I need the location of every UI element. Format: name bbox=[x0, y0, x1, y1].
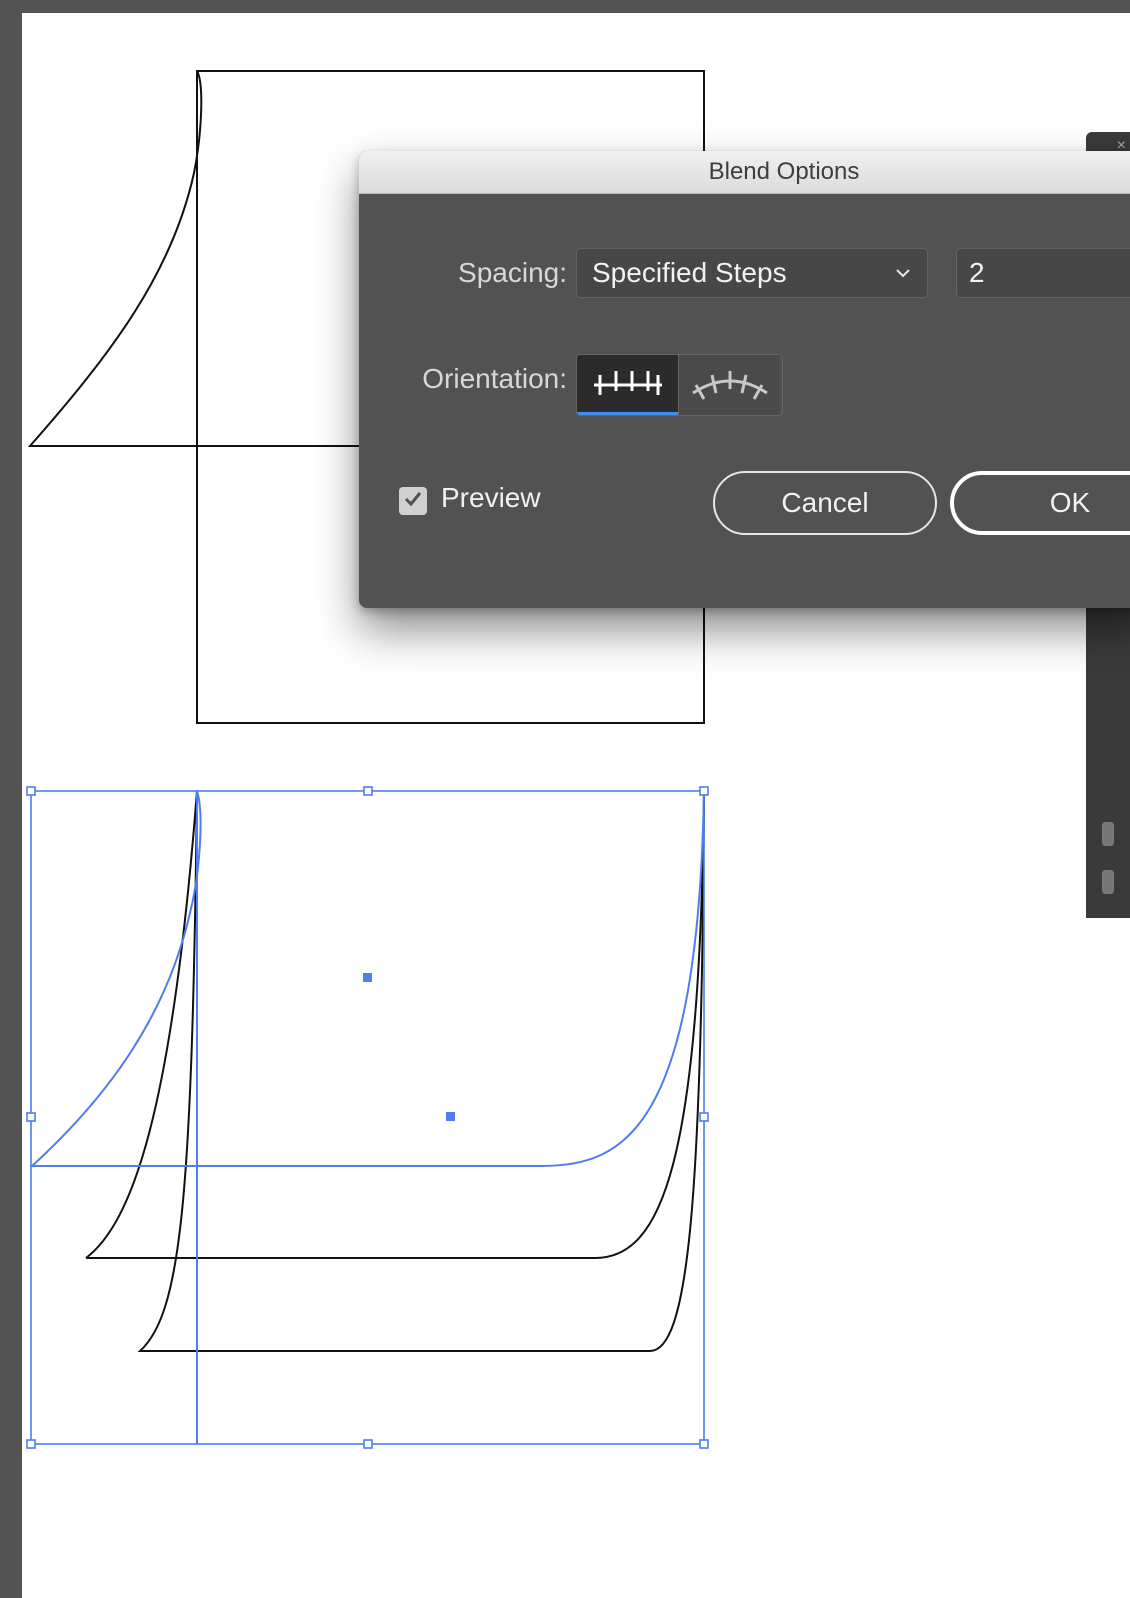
center-points bbox=[363, 973, 455, 1121]
blend-shape-3 bbox=[140, 790, 705, 1352]
center-point-back bbox=[446, 1112, 455, 1121]
handle-top-middle bbox=[363, 786, 373, 796]
orientation-toggle-group bbox=[576, 354, 783, 416]
steps-value: 2 bbox=[969, 257, 985, 288]
handle-bottom-left bbox=[26, 1439, 36, 1449]
handle-top-left bbox=[26, 786, 36, 796]
preview-label[interactable]: Preview bbox=[441, 482, 541, 514]
chevron-down-icon bbox=[891, 260, 915, 292]
dialog-title: Blend Options bbox=[708, 158, 860, 185]
panel-handle-icon[interactable] bbox=[1102, 870, 1114, 894]
blend-step-3 bbox=[137, 790, 198, 1352]
blend-options-dialog: Blend Options Spacing: Specified Steps 2… bbox=[359, 151, 1130, 608]
align-to-page-icon bbox=[592, 363, 664, 404]
align-to-path-icon bbox=[690, 363, 770, 408]
preview-checkbox[interactable] bbox=[399, 487, 427, 515]
steps-input[interactable]: 2 bbox=[956, 248, 1130, 298]
handle-bottom-middle bbox=[363, 1439, 373, 1449]
handle-bottom-right bbox=[699, 1439, 709, 1449]
spacing-label: Spacing: bbox=[458, 257, 567, 288]
align-to-path-button[interactable] bbox=[678, 355, 780, 415]
handle-top-right bbox=[699, 786, 709, 796]
handle-middle-left bbox=[26, 1112, 36, 1122]
panel-handle-icon[interactable] bbox=[1102, 822, 1114, 846]
cancel-button[interactable]: Cancel bbox=[713, 471, 937, 535]
spacing-dropdown[interactable]: Specified Steps bbox=[576, 248, 928, 298]
dialog-titlebar[interactable]: Blend Options bbox=[359, 151, 1130, 194]
blend-group bbox=[85, 790, 705, 1352]
center-point-front bbox=[363, 973, 372, 982]
selection-bounds bbox=[26, 786, 709, 1449]
blend-step-2 bbox=[85, 790, 198, 1259]
orientation-label: Orientation: bbox=[422, 363, 567, 394]
ok-button[interactable]: OK bbox=[950, 471, 1130, 535]
selection-box bbox=[30, 790, 705, 1445]
align-to-page-button[interactable] bbox=[577, 355, 678, 415]
checkmark-icon bbox=[402, 488, 424, 515]
blend-shape-2 bbox=[86, 790, 705, 1259]
spacing-dropdown-value: Specified Steps bbox=[592, 257, 787, 288]
blend-front-shape bbox=[29, 790, 705, 1444]
handle-middle-right bbox=[699, 1112, 709, 1122]
